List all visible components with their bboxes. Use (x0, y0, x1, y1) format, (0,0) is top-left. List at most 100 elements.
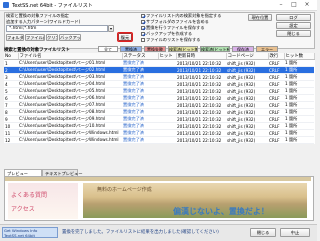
maximize-icon[interactable]: □ (288, 1, 300, 9)
row-hit (158, 80, 176, 88)
filter-failed[interactable]: 置換失敗 (144, 46, 166, 52)
table-row[interactable]: 12 C:\Users\user\Desktop\test\ページWindows.… (4, 136, 314, 144)
tab-text-preview[interactable]: テキストプレビュー (42, 169, 83, 176)
add-folder-button[interactable]: フォルダ追加 (6, 34, 24, 41)
checkbox-icon[interactable] (141, 38, 145, 42)
row-hit-count: 1 箇所 (284, 87, 314, 95)
row-status: 置換完了済 (122, 94, 158, 102)
row-hit (158, 101, 176, 109)
row-updated: 2013/10/21 22:10:32 (176, 115, 226, 123)
filter-replaced[interactable]: 置換済 (120, 46, 142, 52)
table-row[interactable]: 1 C:\Users\user\Desktop\test\ページ01.html 置換… (4, 59, 314, 67)
row-number: 2 (4, 66, 18, 74)
checkbox-icon[interactable] (141, 26, 145, 30)
close-icon[interactable]: × (301, 1, 313, 9)
row-status: 置換完了済 (122, 108, 158, 116)
sidebar-item-faq[interactable]: よくある質問 (11, 190, 47, 199)
row-newline: CRLF (268, 108, 284, 116)
row-updated: 2013/10/21 22:10:32 (176, 101, 226, 109)
table-row[interactable]: 3 C:\Users\user\Desktop\test\ページ03.html 置換… (4, 73, 314, 81)
sidebar-item-access[interactable]: アクセス (11, 204, 35, 213)
preview-banner-text: 無料のホームページ作成 (97, 187, 152, 193)
clear-button[interactable]: クリア (46, 34, 58, 41)
row-status: 置換完了済 (122, 80, 158, 88)
row-hit-count: 1 箇所 (284, 136, 314, 144)
row-hit-count: 1 箇所 (284, 66, 314, 74)
row-code-page: shift_jis (932) (226, 59, 268, 67)
row-status: 置換完了済 (122, 101, 158, 109)
row-hit-count: 1 箇所 (284, 101, 314, 109)
row-newline: CRLF (268, 87, 284, 95)
filter-no-hit[interactable]: 検索済(ヒット無) (168, 46, 198, 52)
row-hit-count: 1 箇所 (284, 129, 314, 137)
tab-preview[interactable]: プレビュー (4, 169, 42, 176)
row-status: 置換完了済 (122, 136, 158, 144)
filter-all[interactable]: 全て (98, 46, 118, 52)
row-number: 6 (4, 94, 18, 102)
status-close-button[interactable]: 閉じる (250, 228, 276, 237)
preview-top-strip (5, 177, 311, 181)
title-bar: TextSS.net 64bit - ファイルリスト – □ × (0, 0, 317, 11)
window-title: TextSS.net 64bit - ファイルリスト (12, 3, 93, 9)
row-status: 置換完了済 (122, 87, 158, 95)
row-code-page: shift_jis (932) (226, 66, 268, 74)
row-number: 12 (4, 136, 18, 144)
row-hit-count: 1 箇所 (284, 108, 314, 116)
row-file-name: C:\Users\user\Desktop\test\ページ09.html (18, 115, 122, 123)
row-updated: 2013/10/21 22:10:32 (176, 73, 226, 81)
app-icon (3, 2, 9, 8)
log-button[interactable]: ログ (276, 14, 311, 21)
restore-button[interactable]: 復元 (118, 33, 132, 41)
row-hit-count: 1 箇所 (284, 115, 314, 123)
backup-button[interactable]: バックアップ (59, 34, 81, 41)
row-newline: CRLF (268, 94, 284, 102)
row-hit-count: 1 箇所 (284, 122, 314, 130)
row-hit-count: 1 箇所 (284, 94, 314, 102)
current-location-button[interactable]: 現在位置 (248, 14, 272, 21)
row-code-page: shift_jis (932) (226, 80, 268, 88)
row-newline: CRLF (268, 122, 284, 130)
table-row[interactable]: 7 C:\Users\user\Desktop\test\ページ07.html 置換… (4, 101, 314, 109)
table-row[interactable]: 4 C:\Users\user\Desktop\test\ページ04.html 置換… (4, 80, 314, 88)
table-row[interactable]: 10 C:\Users\user\Desktop\test\ページ10.html 置… (4, 122, 314, 130)
row-updated: 2013/10/21 22:10:32 (176, 108, 226, 116)
table-row[interactable]: 5 C:\Users\user\Desktop\test\ページ05.html 置換… (4, 87, 314, 95)
table-row[interactable]: 6 C:\Users\user\Desktop\test\ページ06.html 置換… (4, 94, 314, 102)
add-file-button[interactable]: ファイル追加 (25, 34, 45, 41)
settings-button[interactable]: 設定 (276, 22, 311, 29)
filter-saved[interactable]: 保存済 (232, 46, 254, 52)
table-row[interactable]: 8 C:\Users\user\Desktop\test\ページ08.html 置換… (4, 108, 314, 116)
checkbox-icon[interactable] (141, 20, 145, 24)
row-file-name: C:\Users\user\Desktop\test\ページ08.html (18, 108, 122, 116)
row-hit (158, 115, 176, 123)
table-row[interactable]: 2 C:\Users\user\Desktop\test\ページ02.html 置換… (4, 66, 314, 74)
checkbox-icon[interactable] (141, 14, 145, 18)
row-hit (158, 73, 176, 81)
row-file-name: C:\Users\user\Desktop\test\ページWindows.ht… (18, 129, 122, 137)
pattern-dropdown-button[interactable]: ▾ (108, 25, 114, 32)
row-status: 置換完了済 (122, 115, 158, 123)
row-number: 8 (4, 108, 18, 116)
filter-error[interactable]: エラー (256, 46, 278, 52)
checkbox-icon[interactable] (141, 32, 145, 36)
row-status: 置換完了済 (122, 122, 158, 130)
status-message: 置換を完了しました。ファイルリストに結果を出力しました(確認してください) (62, 230, 219, 235)
row-file-name: C:\Users\user\Desktop\test\ページ02.html (18, 66, 122, 74)
minimize-icon[interactable]: – (275, 1, 287, 9)
row-status: 置換完了済 (122, 73, 158, 81)
row-status: 置換完了済 (122, 129, 158, 137)
row-number: 4 (4, 80, 18, 88)
row-updated: 2013/10/21 22:10:32 (176, 136, 226, 144)
close-panel-button[interactable]: 閉じる (276, 30, 311, 37)
row-newline: CRLF (268, 73, 284, 81)
table-row[interactable]: 11 C:\Users\user\Desktop\test\ページWindows.… (4, 129, 314, 137)
table-row[interactable]: 9 C:\Users\user\Desktop\test\ページ09.html 置換… (4, 115, 314, 123)
row-hit (158, 66, 176, 74)
pattern-input[interactable]: *.html;*.htm (6, 25, 108, 32)
row-number: 7 (4, 101, 18, 109)
status-cancel-button[interactable]: 中止 (280, 228, 310, 237)
row-updated: 2013/10/21 22:10:32 (176, 122, 226, 130)
filter-hit[interactable]: 検索済(ヒット有) (200, 46, 230, 52)
option-save-list[interactable]: ファイルのリストを保存する (141, 37, 200, 43)
row-hit (158, 59, 176, 67)
